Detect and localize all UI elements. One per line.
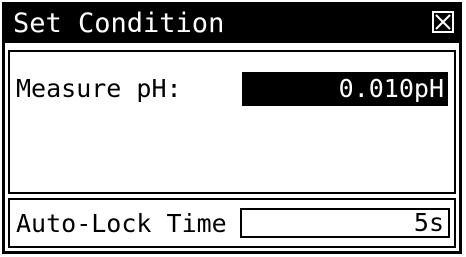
measure-ph-value-field[interactable]: 0.010pH <box>242 72 448 106</box>
auto-lock-time-label: Auto-Lock Time <box>16 209 227 238</box>
dialog-titlebar: Set Condition <box>5 5 459 43</box>
close-button[interactable] <box>432 11 454 33</box>
auto-lock-panel: Auto-Lock Time 5s <box>8 198 456 248</box>
set-condition-dialog: Set Condition Measure pH: 0.010pH Auto-L… <box>2 2 462 254</box>
measure-panel: Measure pH: 0.010pH <box>8 50 456 194</box>
auto-lock-time-field[interactable]: 5s <box>240 208 450 238</box>
dialog-title: Set Condition <box>13 8 225 39</box>
measure-ph-label: Measure pH: <box>16 74 182 103</box>
close-icon <box>435 14 451 30</box>
